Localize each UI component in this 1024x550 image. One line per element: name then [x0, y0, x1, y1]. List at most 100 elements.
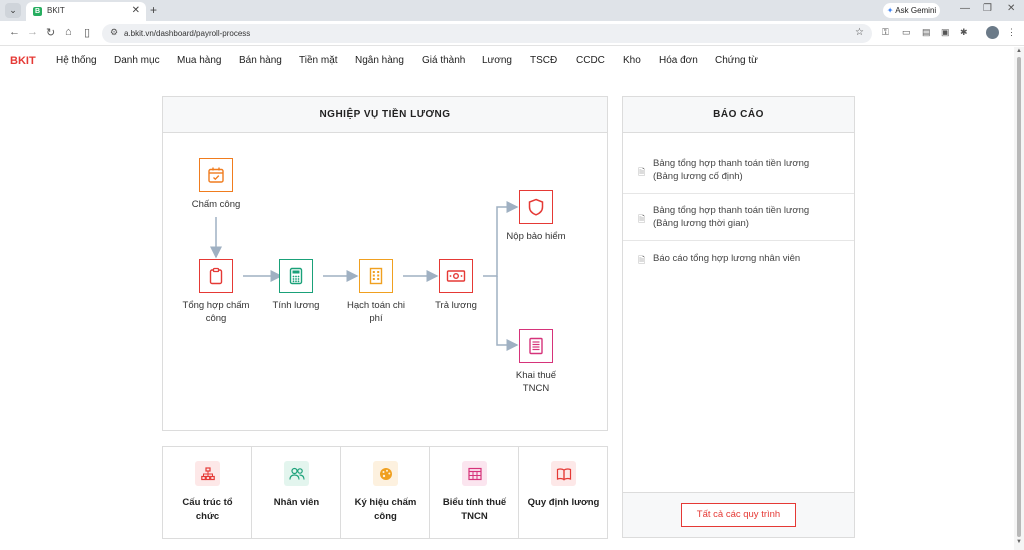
extensions-icon[interactable]: ✱ — [960, 27, 968, 38]
tile-label: Nhân viên — [256, 496, 337, 510]
tile-label-line1: Nhân viên — [273, 497, 320, 508]
ask-gemini-label: Ask Gemini — [895, 6, 937, 15]
calculator-icon — [289, 267, 303, 285]
report-item-bang-luong-co-dinh[interactable]: 🗎 Bảng tổng hợp thanh toán tiền lương (B… — [623, 133, 854, 194]
forward-arrow-icon[interactable]: → — [27, 26, 38, 38]
tile-ky-hieu-cham-cong[interactable]: Ký hiệu chấm công — [341, 447, 430, 538]
reports-list: 🗎 Bảng tổng hợp thanh toán tiền lương (B… — [623, 133, 854, 493]
browser-tab[interactable]: B BKIT ✕ — [26, 2, 146, 21]
node-label-tinh-luong: Tính lương — [272, 300, 320, 311]
scroll-up-arrow-icon[interactable]: ▲ — [1016, 48, 1022, 54]
document-icon: 🗎 — [638, 214, 646, 224]
tile-label-line1: Quy định lương — [527, 497, 600, 508]
window-close-icon[interactable]: ✕ — [1007, 3, 1015, 14]
card-icon[interactable]: ▭ — [902, 27, 911, 38]
node-tinh-luong[interactable] — [279, 259, 313, 293]
ask-gemini-button[interactable]: ✦ Ask Gemini — [883, 3, 940, 18]
reports-footer: Tất cả các quy trình — [623, 492, 854, 537]
shield-icon — [528, 198, 544, 216]
report-item-subtitle: (Bảng lương cố định) — [653, 171, 743, 182]
tab-favicon: B — [33, 7, 42, 16]
bookmark-star-icon[interactable]: ☆ — [855, 27, 864, 38]
tile-nhan-vien[interactable]: Nhân viên — [252, 447, 341, 538]
palette-icon — [373, 461, 398, 486]
tile-label: Quy định lương — [523, 496, 604, 510]
restore-icon[interactable]: ❐ — [983, 3, 992, 14]
tab-close-icon[interactable]: ✕ — [132, 5, 140, 16]
url-text: a.bkit.vn/dashboard/payroll-process — [124, 29, 251, 38]
node-label-hach-toan-chi-phi: Hạch toán chi phí — [346, 300, 406, 324]
tile-label: Biểu tính thuế TNCN — [434, 496, 515, 524]
node-nop-bao-hiem[interactable] — [519, 190, 553, 224]
menu-gia-thanh[interactable]: Giá thành — [422, 55, 465, 66]
payroll-process-panel: NGHIỆP VỤ TIỀN LƯƠNG Chấm công Tổng hợp … — [162, 96, 608, 431]
tab-search-chevron-icon[interactable]: ⌄ — [5, 3, 21, 18]
tile-cau-truc-to-chuc[interactable]: Cấu trúc tổ chức — [163, 447, 252, 538]
document-icon: 🗎 — [638, 255, 646, 265]
document-icon: 🗎 — [638, 167, 646, 177]
menu-kho[interactable]: Kho — [623, 55, 641, 66]
profile-avatar[interactable] — [986, 26, 999, 39]
tile-label-line2: chức — [195, 511, 220, 522]
menu-ccdc[interactable]: CCDC — [576, 55, 605, 66]
menu-mua-hang[interactable]: Mua hàng — [177, 55, 221, 66]
menu-chung-tu[interactable]: Chứng từ — [715, 55, 758, 66]
node-khai-thue-tncn[interactable] — [519, 329, 553, 363]
home-icon[interactable]: ⌂ — [65, 26, 72, 38]
menu-tscd[interactable]: TSCĐ — [530, 55, 557, 66]
minimize-icon[interactable]: — — [960, 3, 970, 14]
report-item-subtitle: (Bảng lương thời gian) — [653, 218, 749, 229]
node-cham-cong[interactable] — [199, 158, 233, 192]
node-label-cham-cong: Chấm công — [191, 199, 241, 210]
menu-hoa-don[interactable]: Hóa đơn — [659, 55, 698, 66]
side-panel-icon[interactable]: ▯ — [84, 26, 90, 39]
report-item-tong-hop-luong-nhan-vien[interactable]: 🗎 Báo cáo tổng hợp lương nhân viên — [623, 241, 854, 275]
calendar-check-icon — [208, 167, 224, 183]
more-menu-icon[interactable]: ⋮ — [1007, 27, 1016, 38]
tile-label-line2: công — [374, 511, 397, 522]
menu-ngan-hang[interactable]: Ngân hàng — [355, 55, 404, 66]
tab-groups-icon[interactable]: ▣ — [941, 27, 950, 38]
menu-he-thong[interactable]: Hệ thống — [56, 55, 97, 66]
building-icon — [369, 267, 383, 285]
site-info-icon[interactable]: ⚙ — [110, 27, 118, 38]
node-tra-luong[interactable] — [439, 259, 473, 293]
address-bar[interactable]: ⚙ a.bkit.vn/dashboard/payroll-process ☆ — [102, 24, 872, 43]
report-item-title: Báo cáo tổng hợp lương nhân viên — [653, 253, 801, 264]
menu-tien-mat[interactable]: Tiền mặt — [299, 55, 338, 66]
reload-icon[interactable]: ↻ — [46, 26, 55, 39]
node-label-nop-bao-hiem: Nộp bảo hiểm — [506, 231, 566, 242]
node-hach-toan-chi-phi[interactable] — [359, 259, 393, 293]
tile-label-line1: Ký hiệu chấm — [354, 497, 417, 508]
org-chart-icon — [195, 461, 220, 486]
tile-quy-dinh-luong[interactable]: Quy định lương — [519, 447, 608, 538]
all-processes-button[interactable]: Tất cả các quy trình — [681, 503, 796, 527]
scrollbar-thumb[interactable] — [1017, 57, 1021, 537]
menu-ban-hang[interactable]: Bán hàng — [239, 55, 282, 66]
key-icon[interactable]: ⚿ — [882, 27, 889, 38]
tab-title: BKIT — [47, 6, 65, 15]
book-icon — [551, 461, 576, 486]
scroll-down-arrow-icon[interactable]: ▼ — [1016, 539, 1022, 545]
report-item-title: Bảng tổng hợp thanh toán tiền lương — [653, 158, 810, 169]
menu-danh-muc[interactable]: Danh mục — [114, 55, 160, 66]
new-tab-plus-icon[interactable]: + — [150, 3, 157, 17]
node-label-tong-hop-cham-cong: Tổng hợp chấm công — [182, 300, 250, 324]
tile-label-line1: Cấu trúc tổ — [182, 497, 233, 508]
browser-toolbar: ← → ↻ ⌂ ▯ ⚙ a.bkit.vn/dashboard/payroll-… — [0, 21, 1024, 46]
tile-label-line2: TNCN — [461, 511, 488, 522]
node-label-tra-luong: Trả lương — [435, 300, 477, 311]
settings-tiles: Cấu trúc tổ chức Nhân viên Ký hiệu chấm cô… — [162, 446, 608, 539]
app-navbar: BKIT Hệ thống Danh mục Mua hàng Bán hàng… — [0, 47, 1014, 75]
reading-mode-icon[interactable]: ▤ — [922, 27, 931, 38]
tile-label: Ký hiệu chấm công — [345, 496, 426, 524]
tile-bieu-tinh-thue-tncn[interactable]: Biểu tính thuế TNCN — [430, 447, 519, 538]
page-scrollbar[interactable]: ▲ ▼ — [1014, 47, 1024, 550]
menu-luong[interactable]: Lương — [482, 55, 512, 66]
users-icon — [284, 461, 309, 486]
node-tong-hop-cham-cong[interactable] — [199, 259, 233, 293]
gemini-sparkle-icon: ✦ — [886, 6, 894, 15]
back-arrow-icon[interactable]: ← — [9, 26, 20, 38]
report-item-bang-luong-thoi-gian[interactable]: 🗎 Bảng tổng hợp thanh toán tiền lương (B… — [623, 194, 854, 241]
app-logo[interactable]: BKIT — [10, 55, 36, 67]
